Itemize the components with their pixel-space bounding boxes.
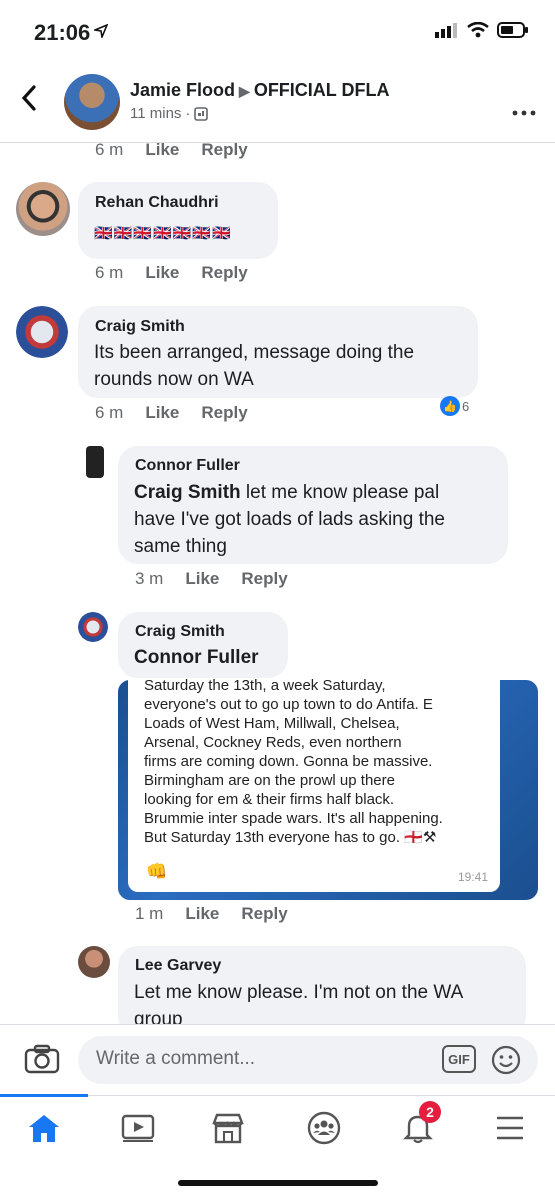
comment-time: 6 m [95, 403, 124, 422]
author-avatar[interactable] [64, 74, 120, 130]
comment-time: 3 m [135, 569, 164, 588]
thumbs-up-icon: 👍 [440, 396, 460, 416]
comment-text: let me know please pal [240, 482, 440, 503]
like-link[interactable]: Like [185, 904, 219, 924]
comment-text: 🇬🇧🇬🇧🇬🇧🇬🇧🇬🇧🇬🇧🇬🇧 [94, 225, 232, 242]
message-line: Loads of West Ham, Millwall, Chelsea, [144, 715, 400, 732]
comment-input-placeholder: Write a comment... [96, 1048, 256, 1069]
commenter-name[interactable]: Connor Fuller [135, 457, 240, 475]
message-line: looking for em & their firms half black. [144, 791, 395, 808]
comment-text-line: Let me know please. I'm not on the WA [134, 982, 464, 1003]
signal-icon [435, 23, 457, 38]
like-link[interactable]: Like [145, 403, 179, 423]
author-name[interactable]: Jamie Flood [130, 80, 235, 100]
mention-link[interactable]: Connor Fuller [134, 644, 259, 671]
like-link[interactable]: Like [145, 263, 179, 283]
message-line: Arsenal, Cockney Reds, even northern [144, 734, 402, 751]
reply-link[interactable]: Reply [241, 569, 287, 589]
reply-link[interactable]: Reply [241, 904, 287, 924]
reply-link[interactable]: Reply [201, 263, 247, 283]
home-indicator [178, 1180, 378, 1186]
tab-watch[interactable] [118, 1108, 158, 1148]
tab-menu[interactable] [490, 1108, 530, 1148]
shop-icon [212, 1113, 244, 1144]
message-line: But Saturday 13th everyone has to go. 🏴󠁧… [144, 829, 437, 846]
comment-text-line: have I've got loads of lads asking the [134, 509, 445, 530]
hamburger-menu-icon [497, 1116, 523, 1140]
avatar[interactable] [16, 306, 68, 358]
smiley-icon [491, 1045, 521, 1075]
gif-button[interactable]: GIF [442, 1045, 476, 1073]
like-link[interactable]: Like [145, 140, 179, 160]
arrow-right-icon: ▶ [239, 83, 250, 99]
more-options-button[interactable] [512, 96, 536, 122]
group-name[interactable]: OFFICIAL DFLA [254, 80, 390, 100]
comment-actions: 6 m Like Reply [95, 263, 248, 283]
camera-button[interactable] [24, 1044, 60, 1079]
home-icon [29, 1115, 59, 1142]
fist-emoji: 👊 [146, 862, 168, 881]
avatar[interactable] [78, 946, 110, 978]
post-time: 11 mins [130, 105, 182, 122]
groups-icon [307, 1111, 341, 1145]
meta-separator: · [185, 105, 191, 122]
message-line: everyone's out to go up town to do Antif… [144, 696, 433, 713]
whatsapp-message-card: Saturday the 13th, a week Saturday, ever… [128, 677, 500, 892]
comment-time: 6 m [95, 140, 124, 159]
comment-first-line: Craig Smith let me know please pal [134, 479, 439, 506]
mention-link[interactable]: Craig Smith [134, 482, 241, 503]
group-privacy-icon [194, 106, 209, 121]
comment-text-line: same thing [134, 536, 227, 557]
message-line: firms are coming down. Gonna be massive. [144, 753, 433, 770]
location-arrow-icon [92, 23, 109, 43]
message-line: Brummie inter spade wars. It's all happe… [144, 810, 443, 827]
wifi-icon [467, 22, 489, 38]
avatar[interactable] [16, 182, 70, 236]
camera-icon [24, 1044, 60, 1074]
composer-divider [0, 1024, 555, 1025]
comment-text-line: Its been arranged, message doing the [94, 342, 415, 363]
header-divider [0, 142, 555, 143]
commenter-name[interactable]: Craig Smith [95, 318, 185, 336]
comment-time: 6 m [95, 263, 124, 282]
comment-actions: 3 m Like Reply [135, 569, 288, 589]
reaction-summary[interactable]: 👍 6 [440, 396, 469, 416]
video-icon [121, 1114, 155, 1142]
commenter-name[interactable]: Craig Smith [135, 623, 225, 641]
notification-badge: 2 [419, 1101, 441, 1123]
whatsapp-message-text: Saturday the 13th, a week Saturday, ever… [144, 676, 489, 847]
shared-screenshot-image[interactable]: Saturday the 13th, a week Saturday, ever… [118, 677, 538, 900]
post-header-title[interactable]: Jamie Flood ▶ OFFICIAL DFLA [130, 80, 389, 101]
message-line: Saturday the 13th, a week Saturday, [144, 677, 386, 694]
reaction-count: 6 [462, 398, 470, 414]
reply-link[interactable]: Reply [201, 140, 247, 160]
back-button[interactable] [18, 84, 40, 117]
commenter-name[interactable]: Lee Garvey [135, 957, 221, 975]
post-meta: 11 mins · [130, 105, 209, 122]
reply-link[interactable]: Reply [201, 403, 247, 423]
like-link[interactable]: Like [185, 569, 219, 589]
status-time: 21:06 [34, 20, 91, 45]
status-icons [435, 22, 529, 38]
more-dots-icon [512, 110, 536, 116]
active-tab-indicator [0, 1094, 88, 1097]
avatar[interactable] [86, 446, 104, 478]
battery-icon [497, 22, 528, 38]
message-line: Birmingham are on the prowl up there [144, 772, 395, 789]
message-time: 19:41 [457, 870, 488, 884]
chevron-left-icon [21, 85, 36, 111]
comment-actions: 1 m Like Reply [135, 904, 288, 924]
comment-actions: 6 m Like Reply [95, 403, 248, 423]
tab-home[interactable] [24, 1108, 64, 1148]
emoji-button[interactable] [491, 1045, 521, 1080]
comment-time: 1 m [135, 904, 164, 923]
comment-text-line: rounds now on WA [94, 369, 254, 390]
tab-groups[interactable] [304, 1108, 344, 1148]
tab-marketplace[interactable] [208, 1108, 248, 1148]
commenter-name[interactable]: Rehan Chaudhri [95, 194, 219, 212]
comment-actions: 6 m Like Reply [95, 140, 248, 160]
avatar[interactable] [78, 612, 108, 642]
gif-label: GIF [448, 1051, 470, 1067]
